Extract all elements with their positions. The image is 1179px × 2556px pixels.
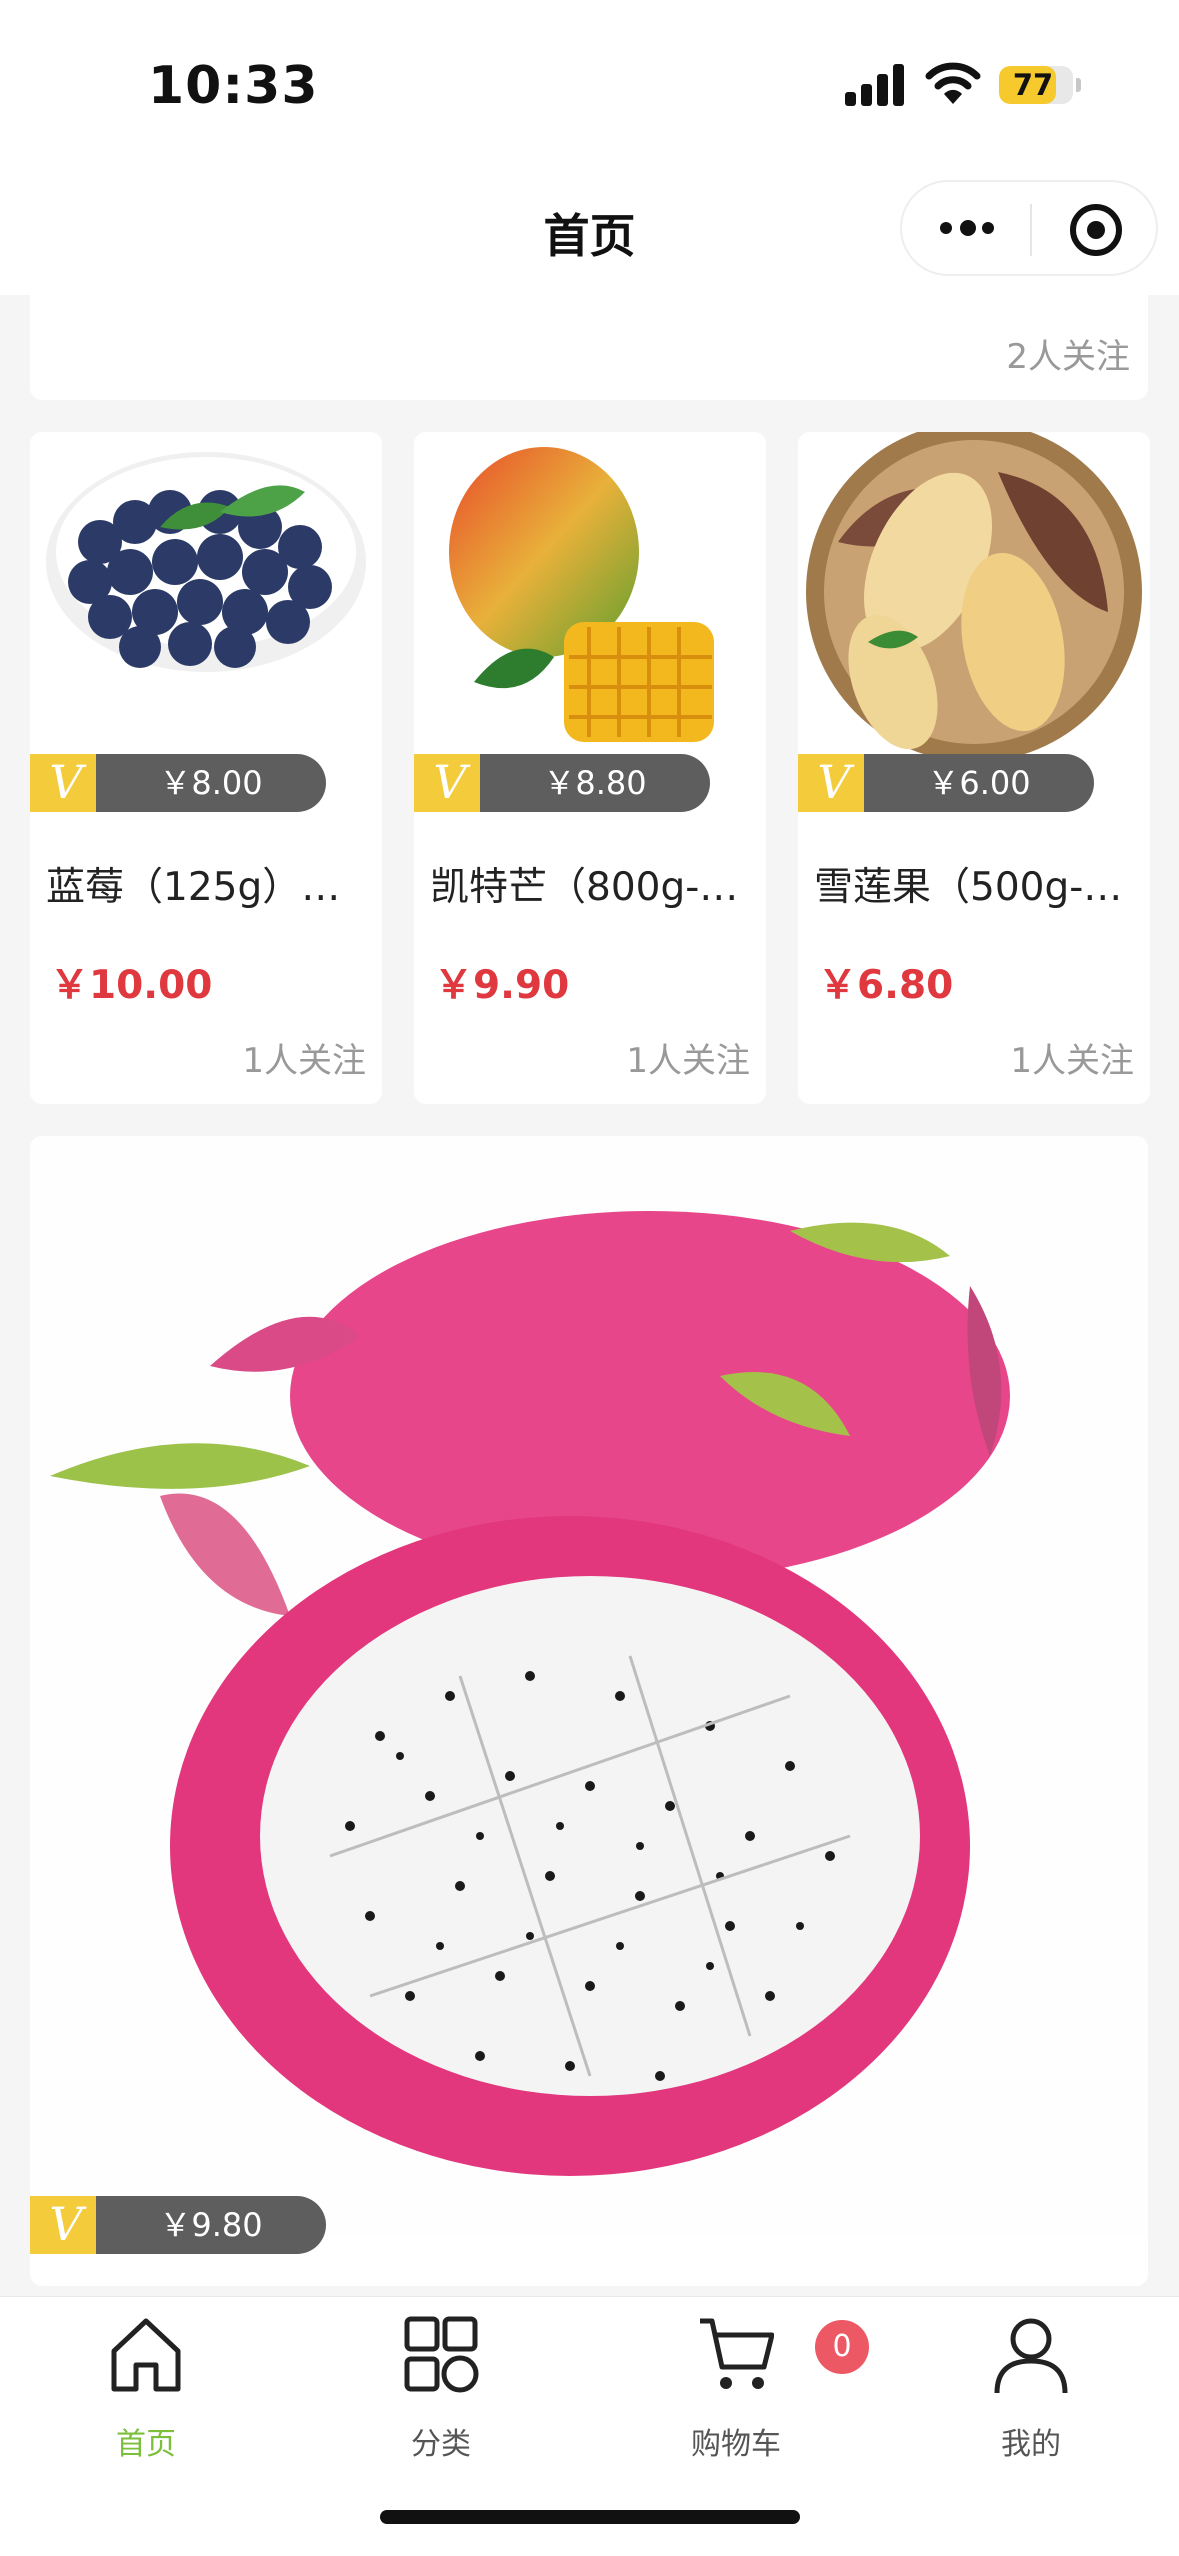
tab-cart[interactable]: 购物车 xyxy=(636,2315,836,2465)
vip-badge: V xyxy=(798,754,870,812)
vip-price: ￥8.00 xyxy=(96,754,326,812)
vip-price: ￥9.80 xyxy=(96,2196,326,2254)
tab-label: 分类 xyxy=(411,2427,471,2462)
product-card[interactable]: V ￥6.00 雪莲果（500g-… ￥6.80 1人关注 xyxy=(798,432,1150,1104)
profile-icon xyxy=(994,2318,1068,2394)
dragon-fruit-image xyxy=(30,1136,1148,2236)
product-price: ￥10.00 xyxy=(50,963,213,1008)
cart-badge: 0 xyxy=(815,2320,869,2374)
miniprogram-capsule xyxy=(900,180,1158,276)
battery-icon: 77 xyxy=(999,66,1073,104)
vip-badge: V xyxy=(30,2196,102,2254)
tab-category[interactable]: 分类 xyxy=(341,2315,541,2465)
tab-profile[interactable]: 我的 xyxy=(931,2315,1131,2465)
home-icon xyxy=(111,2318,181,2392)
vip-price: ￥6.00 xyxy=(864,754,1094,812)
close-miniprogram-icon[interactable] xyxy=(1032,182,1156,274)
battery-level-text: 77 xyxy=(1012,68,1054,102)
product-card-partial[interactable]: 2人关注 xyxy=(30,290,1148,400)
status-time: 10:33 xyxy=(148,56,319,116)
product-name: 雪莲果（500g-… xyxy=(814,865,1123,910)
featured-product-card[interactable]: V ￥9.80 xyxy=(30,1136,1148,2286)
cart-icon xyxy=(700,2318,774,2389)
battery-cap xyxy=(1076,78,1081,92)
product-grid: V ￥8.00 蓝莓（125g）… ￥10.00 1人关注 V ￥8.80 凯特… xyxy=(30,432,1150,1104)
product-name: 蓝莓（125g）… xyxy=(46,865,341,910)
follow-count: 2人关注 xyxy=(1006,337,1130,377)
follow-count: 1人关注 xyxy=(626,1041,750,1081)
category-icon xyxy=(404,2316,479,2393)
product-name: 凯特芒（800g-… xyxy=(430,865,739,910)
home-indicator xyxy=(380,2510,800,2524)
vip-badge: V xyxy=(414,754,486,812)
vip-price: ￥8.80 xyxy=(480,754,710,812)
status-bar: 10:33 77 xyxy=(0,0,1179,170)
tab-label: 我的 xyxy=(1001,2427,1061,2462)
vip-badge: V xyxy=(30,754,102,812)
product-price: ￥6.80 xyxy=(818,963,954,1008)
tab-home[interactable]: 首页 xyxy=(46,2315,246,2465)
tab-label: 购物车 xyxy=(691,2427,781,2462)
nav-bar: 首页 xyxy=(0,170,1179,295)
product-price: ￥9.90 xyxy=(434,963,570,1008)
tab-label: 首页 xyxy=(116,2427,176,2462)
follow-count: 1人关注 xyxy=(1010,1041,1134,1081)
wifi-icon xyxy=(925,62,981,104)
more-icon[interactable] xyxy=(902,182,1030,274)
cellular-signal-icon xyxy=(845,62,905,106)
product-card[interactable]: V ￥8.00 蓝莓（125g）… ￥10.00 1人关注 xyxy=(30,432,382,1104)
product-card[interactable]: V ￥8.80 凯特芒（800g-… ￥9.90 1人关注 xyxy=(414,432,766,1104)
follow-count: 1人关注 xyxy=(242,1041,366,1081)
